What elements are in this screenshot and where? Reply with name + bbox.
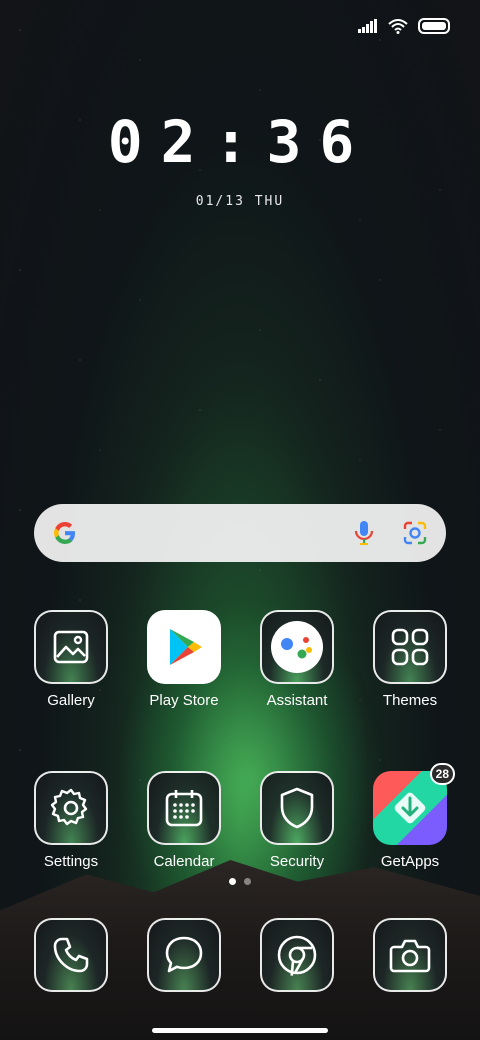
app-label: Themes [382,692,438,709]
app-label: GetApps [380,853,440,870]
calendar-icon [147,771,221,845]
status-bar [358,18,450,34]
play-store-icon [147,610,221,684]
app-calendar[interactable]: Calendar [147,771,221,870]
app-label: Play Store [149,692,219,709]
app-gallery[interactable]: Gallery [34,610,108,709]
google-lens-icon[interactable] [402,520,428,546]
settings-gear-icon [34,771,108,845]
app-label: Settings [43,853,99,870]
page-dot-active[interactable] [229,878,236,885]
app-label: Security [269,853,325,870]
dock [34,918,447,992]
app-getapps[interactable]: 28 GetApps [373,763,455,870]
app-label: Calendar [153,853,215,870]
google-search-bar[interactable] [34,504,446,562]
app-assistant[interactable]: Assistant [260,610,334,709]
phone-icon[interactable] [34,918,108,992]
home-indicator[interactable] [152,1028,328,1033]
page-dot[interactable] [244,878,251,885]
google-g-icon [52,520,78,546]
clock-time[interactable]: 02:36 [0,108,480,176]
microphone-icon[interactable] [354,520,374,546]
camera-icon[interactable] [373,918,447,992]
chrome-icon[interactable] [260,918,334,992]
assistant-icon [260,610,334,684]
clock-date[interactable]: 01/13 THU [0,194,480,209]
message-bubble-icon[interactable] [147,918,221,992]
app-security[interactable]: Security [260,771,334,870]
battery-icon [418,18,450,34]
app-label: Gallery [47,692,95,709]
cellular-signal-icon [358,19,378,33]
shield-icon [260,771,334,845]
wifi-icon [388,18,408,34]
themes-icon [373,610,447,684]
app-settings[interactable]: Settings [34,771,108,870]
app-themes[interactable]: Themes [373,610,447,709]
app-label: Assistant [266,692,328,709]
page-indicator[interactable] [0,878,480,885]
gallery-icon [34,610,108,684]
app-grid: Gallery Play Store Assistant Themes Sett… [34,610,455,870]
app-play-store[interactable]: Play Store [147,610,221,709]
notification-badge: 28 [429,763,455,785]
